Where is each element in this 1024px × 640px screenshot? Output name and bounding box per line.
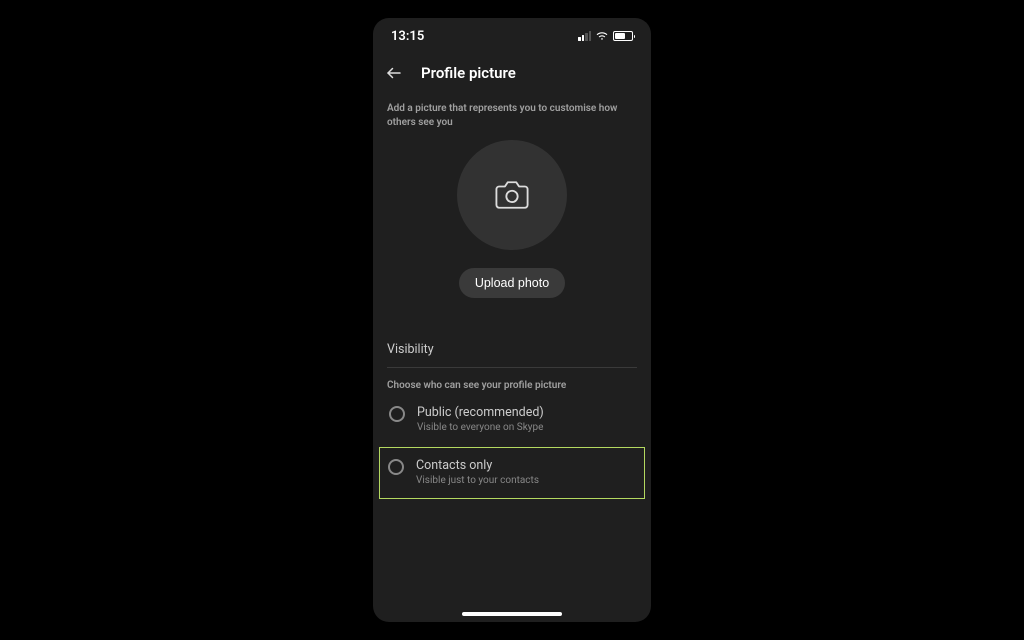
visibility-section-header: Visibility: [387, 342, 637, 368]
camera-icon: [495, 178, 529, 212]
avatar-placeholder[interactable]: [457, 140, 567, 250]
content: Add a picture that represents you to cus…: [373, 92, 651, 622]
back-button[interactable]: [383, 62, 405, 84]
page-title: Profile picture: [421, 64, 516, 82]
wifi-icon: [595, 31, 609, 41]
option-text: Public (recommended) Visible to everyone…: [417, 405, 544, 433]
upload-photo-button[interactable]: Upload photo: [459, 268, 565, 298]
visibility-option-contacts[interactable]: Contacts only Visible just to your conta…: [379, 447, 645, 499]
phone-frame: 13:15 Profile picture Add a picture that…: [373, 18, 651, 622]
page-header: Profile picture: [373, 54, 651, 92]
battery-icon: [613, 31, 633, 41]
option-description: Visible just to your contacts: [416, 475, 539, 486]
option-title: Public (recommended): [417, 405, 544, 420]
cellular-signal-icon: [578, 31, 591, 41]
arrow-left-icon: [385, 64, 403, 82]
status-bar: 13:15: [373, 18, 651, 54]
page-subtitle: Add a picture that represents you to cus…: [387, 102, 637, 130]
option-title: Contacts only: [416, 458, 539, 473]
visibility-option-public[interactable]: Public (recommended) Visible to everyone…: [387, 403, 637, 435]
avatar-section: Upload photo: [387, 140, 637, 298]
status-icons: [578, 31, 633, 41]
status-time: 13:15: [391, 29, 424, 44]
radio-unchecked-icon: [388, 459, 404, 475]
option-description: Visible to everyone on Skype: [417, 422, 544, 433]
option-text: Contacts only Visible just to your conta…: [416, 458, 539, 486]
home-indicator[interactable]: [462, 612, 562, 616]
visibility-description: Choose who can see your profile picture: [387, 380, 637, 391]
radio-unchecked-icon: [389, 406, 405, 422]
